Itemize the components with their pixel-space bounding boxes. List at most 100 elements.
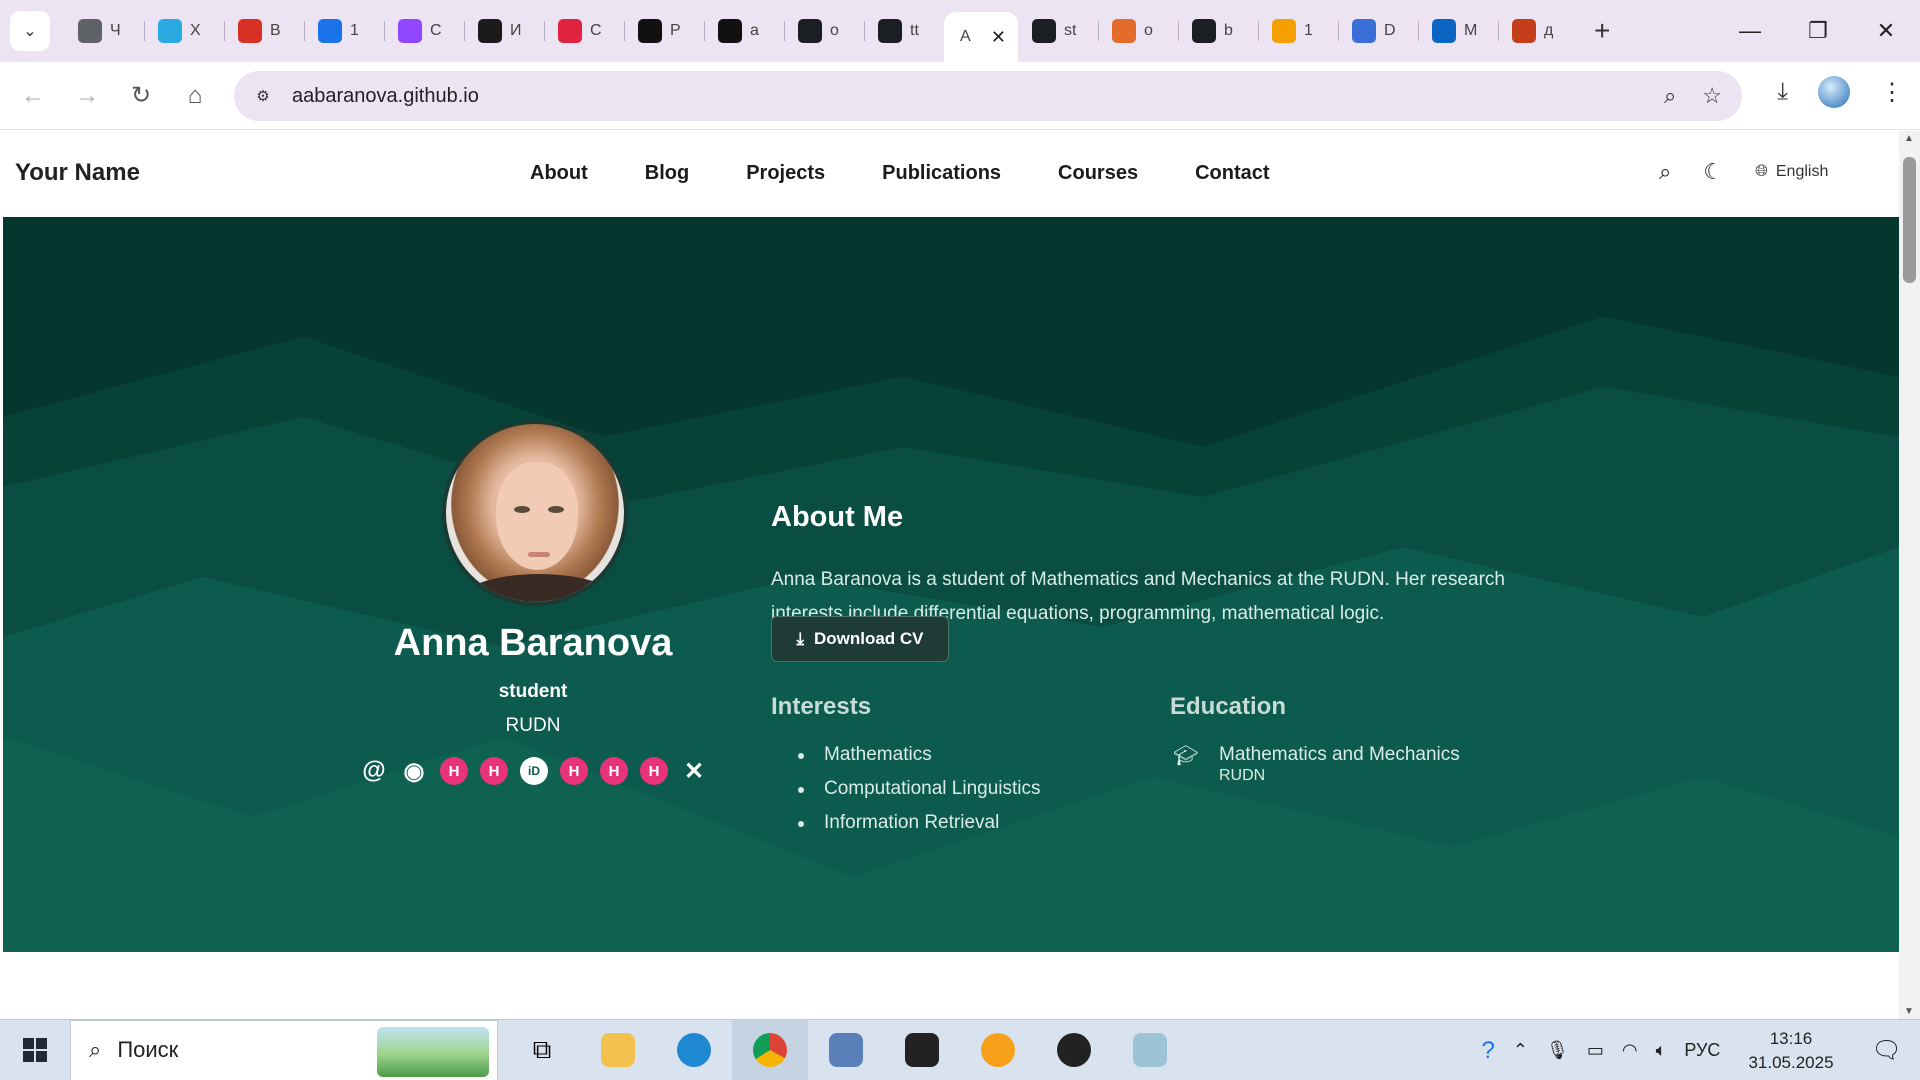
- page-scrollbar[interactable]: ▲ ▼: [1899, 131, 1920, 1019]
- nav-link-courses[interactable]: Courses: [1058, 162, 1138, 185]
- dark-mode-toggle-icon[interactable]: ☾: [1703, 159, 1723, 185]
- url-text[interactable]: aabaranova.github.io: [292, 85, 479, 108]
- tab[interactable]: b: [1178, 9, 1258, 53]
- profile-organization[interactable]: RUDN: [333, 715, 733, 737]
- notifications-icon[interactable]: 🗨︎: [1872, 1036, 1902, 1065]
- camera-app-icon[interactable]: [884, 1020, 960, 1080]
- download-icon[interactable]: ⤓: [1777, 78, 1788, 106]
- hh-icon[interactable]: H: [480, 757, 508, 785]
- gmail-icon: [238, 19, 262, 43]
- forward-button[interactable]: →: [60, 82, 114, 110]
- new-tab-button[interactable]: +: [1594, 15, 1610, 47]
- microphone-icon[interactable]: 🎙︎: [1546, 1040, 1569, 1061]
- tab-search-button[interactable]: ⌄: [10, 11, 50, 51]
- restore-button[interactable]: ❐: [1784, 0, 1852, 62]
- tab-title: Х: [190, 22, 201, 39]
- tab[interactable]: Р: [624, 9, 704, 53]
- tab-title: o: [1144, 22, 1153, 39]
- notes-app-icon[interactable]: [1112, 1020, 1188, 1080]
- nav-link-publications[interactable]: Publications: [882, 162, 1001, 185]
- social-links: @ ◉ H HiD H H H ✕: [360, 757, 708, 785]
- wifi-icon[interactable]: ◠: [1622, 1040, 1638, 1061]
- tab[interactable]: o: [1098, 9, 1178, 53]
- hh-icon[interactable]: H: [560, 757, 588, 785]
- tab[interactable]: Х: [144, 9, 224, 53]
- start-button[interactable]: [0, 1038, 70, 1062]
- nav-link-about[interactable]: About: [530, 162, 588, 185]
- clock-date: 31.05.2025: [1748, 1052, 1834, 1072]
- taskbar-search-placeholder: Поиск: [117, 1037, 179, 1062]
- bookmark-star-icon[interactable]: ☆: [1702, 83, 1722, 109]
- chrome-icon[interactable]: [732, 1019, 808, 1080]
- hh-icon[interactable]: H: [600, 757, 628, 785]
- github-icon[interactable]: ◉: [400, 757, 428, 785]
- zoom-icon[interactable]: ⌕: [1664, 83, 1676, 109]
- language-selector[interactable]: 🌐︎ English: [1755, 163, 1828, 181]
- address-bar[interactable]: ⚙ aabaranova.github.io ⌕ ☆: [234, 71, 1742, 121]
- at-icon[interactable]: @: [360, 757, 388, 785]
- tab[interactable]: 1: [1258, 9, 1338, 53]
- search-icon[interactable]: ⌕: [1659, 159, 1671, 185]
- windows-logo-icon: [23, 1038, 47, 1062]
- tab[interactable]: д: [1498, 9, 1578, 53]
- tab-title: 1: [350, 22, 359, 39]
- close-window-button[interactable]: ✕: [1852, 0, 1920, 62]
- hh-icon[interactable]: H: [440, 757, 468, 785]
- site-info-icon[interactable]: ⚙: [248, 81, 278, 111]
- tab[interactable]: M: [1418, 9, 1498, 53]
- tab[interactable]: a: [704, 9, 784, 53]
- task-view-icon[interactable]: ⧉: [504, 1020, 580, 1080]
- file-explorer-icon[interactable]: [580, 1020, 656, 1080]
- chevron-up-icon[interactable]: ⌃: [1513, 1040, 1528, 1061]
- home-button[interactable]: ⌂: [168, 82, 222, 110]
- x-icon[interactable]: ✕: [680, 757, 708, 785]
- github-copilot-icon: [878, 19, 902, 43]
- nav-link-projects[interactable]: Projects: [746, 162, 825, 185]
- profile-avatar[interactable]: [1818, 76, 1850, 108]
- taskbar-search[interactable]: ⌕ Поиск: [70, 1019, 498, 1080]
- close-tab-icon[interactable]: ✕: [991, 27, 1006, 48]
- more-menu-icon[interactable]: ⋮: [1880, 78, 1904, 107]
- scrollbar-thumb[interactable]: [1903, 157, 1916, 283]
- scroll-down-icon[interactable]: ▼: [1904, 1006, 1914, 1017]
- nav-link-blog[interactable]: Blog: [645, 162, 689, 185]
- remote-desktop-icon[interactable]: [808, 1020, 884, 1080]
- hh-icon[interactable]: H: [640, 757, 668, 785]
- tab[interactable]: 1: [304, 9, 384, 53]
- scroll-up-icon[interactable]: ▲: [1904, 133, 1914, 144]
- tab[interactable]: С: [544, 9, 624, 53]
- tab[interactable]: И: [464, 9, 544, 53]
- tab[interactable]: Ч: [64, 9, 144, 53]
- help-icon[interactable]: ?: [1482, 1037, 1495, 1065]
- tab[interactable]: D: [1338, 9, 1418, 53]
- tab[interactable]: С: [384, 9, 464, 53]
- music-app-icon[interactable]: [960, 1020, 1036, 1080]
- back-button[interactable]: ←: [6, 82, 60, 110]
- volume-icon[interactable]: 🔈︎: [1656, 1040, 1667, 1061]
- clock[interactable]: 13:16 31.05.2025: [1748, 1027, 1833, 1075]
- tab[interactable]: st: [1018, 9, 1098, 53]
- obs-icon[interactable]: [1036, 1020, 1112, 1080]
- language-label: English: [1775, 163, 1829, 180]
- battery-icon[interactable]: ▭: [1587, 1040, 1604, 1061]
- input-language[interactable]: РУС: [1684, 1040, 1720, 1061]
- tab[interactable]: o: [784, 9, 864, 53]
- globe-icon: 🌐︎: [1755, 163, 1768, 180]
- r-icon: [478, 19, 502, 43]
- reload-button[interactable]: ↻: [114, 81, 168, 110]
- tab-title: 1: [1304, 22, 1313, 39]
- edge-icon[interactable]: [656, 1020, 732, 1080]
- onedrive-icon: [1432, 19, 1456, 43]
- interests-list: Mathematics Computational Linguistics Info…: [796, 738, 1041, 840]
- github-icon: [1032, 19, 1056, 43]
- site-brand[interactable]: Your Name: [15, 159, 140, 187]
- tab[interactable]: tt: [864, 9, 944, 53]
- tab[interactable]: В: [224, 9, 304, 53]
- download-cv-button[interactable]: ⤓ Download CV: [771, 616, 949, 662]
- minimize-button[interactable]: —: [1716, 0, 1784, 62]
- nav-link-contact[interactable]: Contact: [1195, 162, 1269, 185]
- orcid-icon[interactable]: iD: [520, 757, 548, 785]
- number-one-icon: [318, 19, 342, 43]
- browser-tab-strip: ⌄ Ч Х В 1 С И С Рa o tt A ✕ st o b 1 D Mд + — ❐ ✕: [0, 0, 1920, 62]
- tab-active[interactable]: A ✕: [944, 12, 1018, 62]
